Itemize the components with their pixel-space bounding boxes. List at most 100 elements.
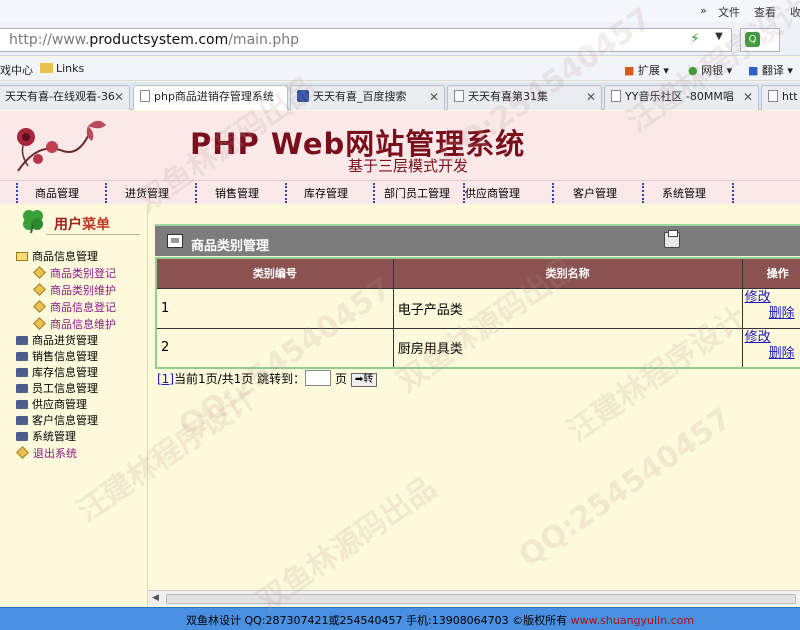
column-header-id: 类别编号 — [155, 257, 394, 289]
edit-link[interactable]: 修改 — [745, 330, 771, 345]
scroll-thumb[interactable] — [166, 594, 796, 604]
watermark: QQ:254540457 — [512, 401, 739, 574]
sidebar-item-category-register[interactable]: 商品类别登记 — [33, 265, 116, 281]
search-engine-button[interactable]: Q — [740, 28, 780, 52]
sidebar-item-sales[interactable]: 销售信息管理 — [16, 348, 98, 364]
tab-6[interactable]: htt — [761, 85, 800, 110]
user-menu-title: 用户菜单 — [54, 214, 110, 234]
url-path: /main.php — [228, 32, 300, 48]
nav-staff[interactable]: 部门员工管理 — [384, 185, 450, 201]
online-banking-button[interactable]: ● 网银 ▾ — [688, 62, 732, 78]
nav-supplier[interactable]: 供应商管理 — [465, 185, 520, 201]
edit-link[interactable]: 修改 — [745, 290, 771, 305]
nav-divider — [16, 183, 18, 203]
footer-url[interactable]: www.shuangyulin.com — [571, 614, 694, 627]
jump-page-input[interactable] — [305, 370, 332, 386]
nav-divider — [195, 183, 197, 203]
scroll-left-icon[interactable]: ◀ — [152, 593, 159, 603]
book-icon — [16, 368, 28, 377]
nav-inventory[interactable]: 库存管理 — [304, 185, 348, 201]
nav-divider — [373, 183, 375, 203]
top-nav: 商品管理 进货管理 销售管理 库存管理 部门员工管理 供应商管理 客户管理 系统… — [0, 180, 800, 204]
diamond-icon — [33, 300, 46, 313]
sidebar-item-inventory[interactable]: 库存信息管理 — [16, 364, 98, 380]
divider — [46, 234, 140, 235]
page-icon — [454, 90, 464, 102]
delete-link[interactable]: 删除 — [745, 346, 800, 362]
bank-icon: ● — [688, 64, 698, 77]
extensions-button[interactable]: ■ 扩展 ▾ — [624, 62, 669, 78]
sidebar-item-employee[interactable]: 员工信息管理 — [16, 380, 98, 396]
sidebar-item-system[interactable]: 系统管理 — [16, 428, 76, 444]
speed-bolt-icon[interactable]: ⚡ — [690, 31, 700, 47]
online-banking-label: 网银 — [701, 64, 724, 77]
horizontal-scrollbar[interactable]: ◀ — [148, 590, 800, 606]
diamond-icon — [33, 283, 46, 296]
nav-divider — [642, 183, 644, 203]
printer-icon[interactable] — [664, 230, 680, 248]
chevron-down-icon[interactable]: ▼ — [710, 31, 728, 48]
url-field[interactable]: http://www.productsystem.com/main.php — [0, 28, 732, 52]
book-icon — [16, 400, 28, 409]
nav-system[interactable]: 系统管理 — [662, 185, 706, 201]
translate-icon: ■ — [748, 64, 759, 77]
page-icon — [140, 90, 150, 102]
nav-divider — [105, 183, 107, 203]
close-icon[interactable]: ✕ — [114, 86, 124, 108]
tab-5-label: YY音乐社区 -80MM唱 — [625, 90, 734, 103]
sidebar-item-customer[interactable]: 客户信息管理 — [16, 412, 98, 428]
go-button[interactable]: ➡转 — [350, 373, 378, 387]
manage-icon — [167, 234, 183, 248]
sidebar-item-label: 员工信息管理 — [32, 382, 98, 395]
nav-sales[interactable]: 销售管理 — [215, 185, 259, 201]
nav-product[interactable]: 商品管理 — [35, 185, 79, 201]
tab-5[interactable]: YY音乐社区 -80MM唱 ✕ — [604, 85, 759, 110]
sidebar-item-supplier[interactable]: 供应商管理 — [16, 396, 87, 412]
table-row: 2 厨房用具类 修改 删除 — [155, 327, 800, 369]
tab-2-active[interactable]: php商品进销存管理系统 — [133, 85, 288, 110]
close-icon[interactable]: ✕ — [429, 86, 439, 108]
sidebar-item-purchase[interactable]: 商品进货管理 — [16, 332, 98, 348]
footer-copyright: 双鱼林设计 QQ:287307421或254540457 手机:13908064… — [186, 614, 571, 627]
site-subtitle: 基于三层模式开发 — [348, 157, 469, 175]
cell-actions: 修改 删除 — [741, 287, 800, 329]
sidebar-item-logout[interactable]: 退出系统 — [16, 445, 77, 461]
menu-favorites[interactable]: 收 — [790, 4, 800, 20]
tab-4-label: 天天有喜第31集 — [468, 90, 548, 103]
bookmark-links-label: Links — [56, 62, 85, 75]
cell-actions: 修改 删除 — [741, 327, 800, 369]
nav-divider — [552, 183, 554, 203]
translate-button[interactable]: ■ 翻译 ▾ — [748, 62, 793, 78]
sidebar-item-label: 销售信息管理 — [32, 350, 98, 363]
translate-label: 翻译 — [761, 64, 784, 77]
nav-purchase[interactable]: 进货管理 — [125, 185, 169, 201]
sidebar-item-label: 退出系统 — [33, 447, 77, 460]
cell-id: 2 — [155, 327, 394, 369]
sidebar-item-product-maintain[interactable]: 商品信息维护 — [33, 316, 116, 332]
book-icon — [16, 416, 28, 425]
sidebar-item-category-maintain[interactable]: 商品类别维护 — [33, 282, 116, 298]
menu-file[interactable]: 文件 — [718, 4, 740, 20]
book-icon — [16, 432, 28, 441]
bookmark-game-center[interactable]: 戏中心 — [0, 62, 33, 78]
close-icon[interactable]: ✕ — [743, 86, 753, 108]
sidebar-item-product-info[interactable]: 商品信息管理 — [16, 248, 98, 264]
user-menu-title-a: 用户 — [54, 217, 82, 233]
clover-icon — [23, 210, 43, 234]
sidebar-item-label: 商品信息管理 — [32, 250, 98, 263]
tab-4[interactable]: 天天有喜第31集 ✕ — [447, 85, 602, 110]
bookmark-links[interactable]: Links — [40, 62, 84, 75]
delete-link[interactable]: 删除 — [745, 306, 800, 322]
sidebar-item-product-register[interactable]: 商品信息登记 — [33, 299, 116, 315]
site-banner: PHP Web网站管理系统 基于三层模式开发 — [0, 111, 800, 180]
tab-1[interactable]: 天天有喜-在线观看-36 ✕ — [0, 85, 130, 110]
nav-customer[interactable]: 客户管理 — [573, 185, 617, 201]
close-icon[interactable]: ✕ — [586, 86, 596, 108]
menu-more-arrows[interactable]: » — [700, 4, 707, 17]
sidebar-item-label: 商品进货管理 — [32, 334, 98, 347]
tab-3[interactable]: 天天有喜_百度搜索 ✕ — [290, 85, 445, 110]
extensions-label: 扩展 — [637, 64, 660, 77]
menu-view[interactable]: 查看 — [754, 4, 776, 20]
page-link-1[interactable]: [1] — [157, 372, 174, 386]
browser-menubar: » 文件 查看 收 — [0, 0, 800, 22]
